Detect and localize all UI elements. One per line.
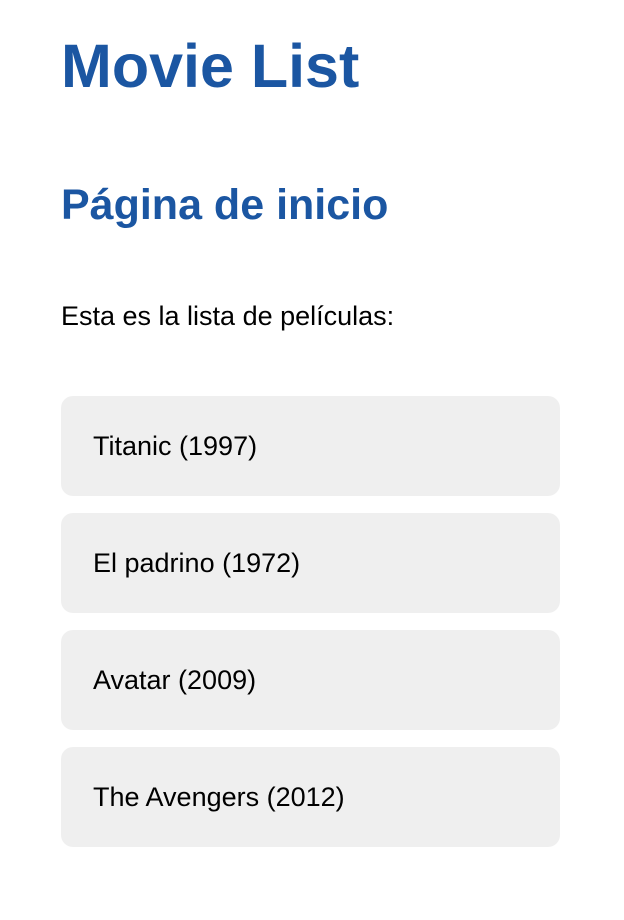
movie-item-avatar[interactable]: Avatar (2009) — [61, 630, 560, 730]
page-title: Movie List — [61, 32, 360, 100]
section-title: Página de inicio — [61, 181, 389, 229]
movie-list: Titanic (1997) El padrino (1972) Avatar … — [61, 396, 560, 864]
intro-text: Esta es la lista de películas: — [61, 301, 395, 331]
movie-item-titanic[interactable]: Titanic (1997) — [61, 396, 560, 496]
movie-item-el-padrino[interactable]: El padrino (1972) — [61, 513, 560, 613]
movie-item-the-avengers[interactable]: The Avengers (2012) — [61, 747, 560, 847]
